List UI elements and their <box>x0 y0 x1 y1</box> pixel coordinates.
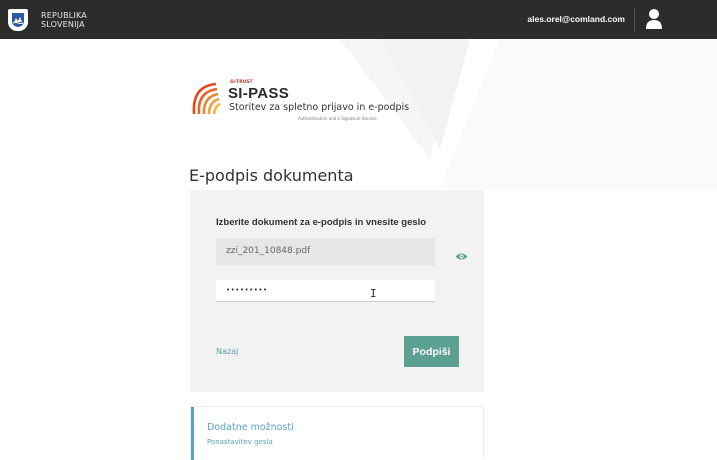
password-field[interactable]: ••••••••• <box>216 280 435 302</box>
si-pass-logo-icon <box>190 78 232 118</box>
document-file-field[interactable]: zzi_201_10848.pdf <box>216 238 435 265</box>
reset-password-link[interactable]: Ponastavitev gesla <box>207 438 273 446</box>
form-heading: Izberite dokument za e-podpis in vnesite… <box>216 217 427 228</box>
country-line-1: REPUBLIKA <box>41 11 87 20</box>
show-password-eye-icon[interactable] <box>455 246 468 260</box>
brand-name: SI-PASS <box>228 85 290 102</box>
user-icon[interactable] <box>645 8 663 30</box>
country-name: REPUBLIKA SLOVENIJA <box>41 11 87 29</box>
coat-of-arms-icon <box>8 9 28 31</box>
signing-form: Izberite dokument za e-podpis in vnesite… <box>190 190 484 392</box>
service-description-en: Authentication and e-Signature Service <box>298 116 377 121</box>
service-description: Storitev za spletno prijavo in e-podpis <box>229 102 410 113</box>
additional-options-panel: Dodatne možnosti Ponastavitev gesla <box>190 406 484 460</box>
sign-button[interactable]: Podpiši <box>404 336 459 367</box>
header-divider <box>634 8 635 32</box>
top-bar: REPUBLIKA SLOVENIJA ales.orel@comland.co… <box>0 0 717 39</box>
additional-options-title[interactable]: Dodatne možnosti <box>207 422 294 433</box>
text-cursor-icon: I <box>370 287 377 300</box>
user-email[interactable]: ales.orel@comland.com <box>527 14 625 24</box>
page-title: E-podpis dokumenta <box>189 165 354 185</box>
country-line-2: SLOVENIJA <box>41 20 85 29</box>
back-link[interactable]: Nazaj <box>216 347 238 356</box>
options-accent-bar <box>191 407 194 460</box>
